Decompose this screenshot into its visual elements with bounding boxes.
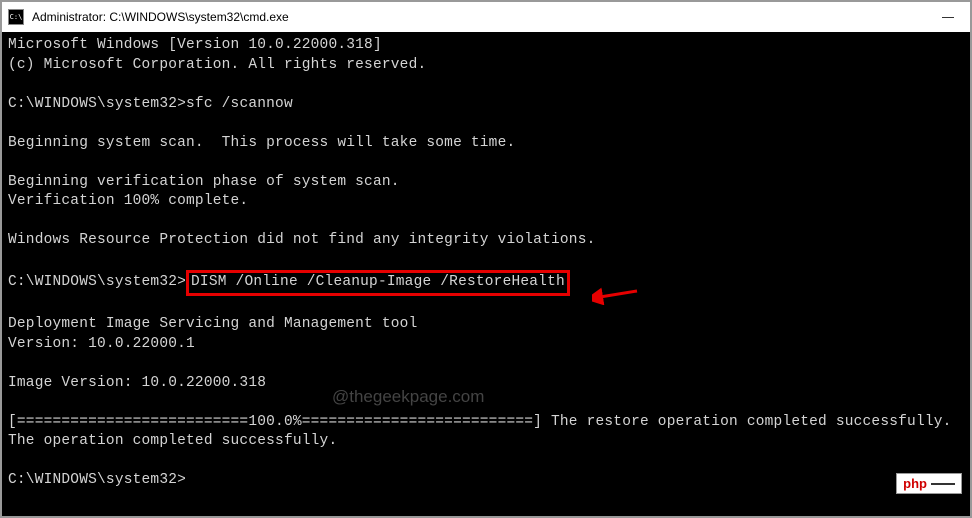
minimize-icon[interactable] [942,17,954,18]
arrow-icon [592,285,642,305]
prompt-path: C:\WINDOWS\system32> [8,274,186,290]
badge-php-text: php [903,476,927,491]
cmd-icon: C:\ [8,9,24,25]
line-copyright: (c) Microsoft Corporation. All rights re… [8,57,426,73]
site-badge: php [896,473,962,494]
terminal-output[interactable]: Microsoft Windows [Version 10.0.22000.31… [2,32,970,495]
line-windows-version: Microsoft Windows [Version 10.0.22000.31… [8,37,382,53]
line-scan-begin: Beginning system scan. This process will… [8,135,515,151]
line-progress-bar: [==========================100.0%=======… [8,414,952,430]
badge-cn-text [931,483,955,485]
line-wrp-result: Windows Resource Protection did not find… [8,232,596,248]
prompt-path: C:\WINDOWS\system32> [8,472,186,488]
highlighted-command: DISM /Online /Cleanup-Image /RestoreHeal… [186,270,570,296]
line-image-version: Image Version: 10.0.22000.318 [8,375,266,391]
window-controls [942,17,964,18]
prompt-path: C:\WINDOWS\system32> [8,96,186,112]
line-operation-complete: The operation completed successfully. [8,433,337,449]
window-title: Administrator: C:\WINDOWS\system32\cmd.e… [32,10,289,24]
title-bar[interactable]: C:\ Administrator: C:\WINDOWS\system32\c… [2,2,970,32]
line-verification-complete: Verification 100% complete. [8,193,248,209]
command-sfc: sfc /scannow [186,96,293,112]
line-verification-begin: Beginning verification phase of system s… [8,174,400,190]
line-dism-version: Version: 10.0.22000.1 [8,336,195,352]
line-dism-tool: Deployment Image Servicing and Managemen… [8,316,417,332]
